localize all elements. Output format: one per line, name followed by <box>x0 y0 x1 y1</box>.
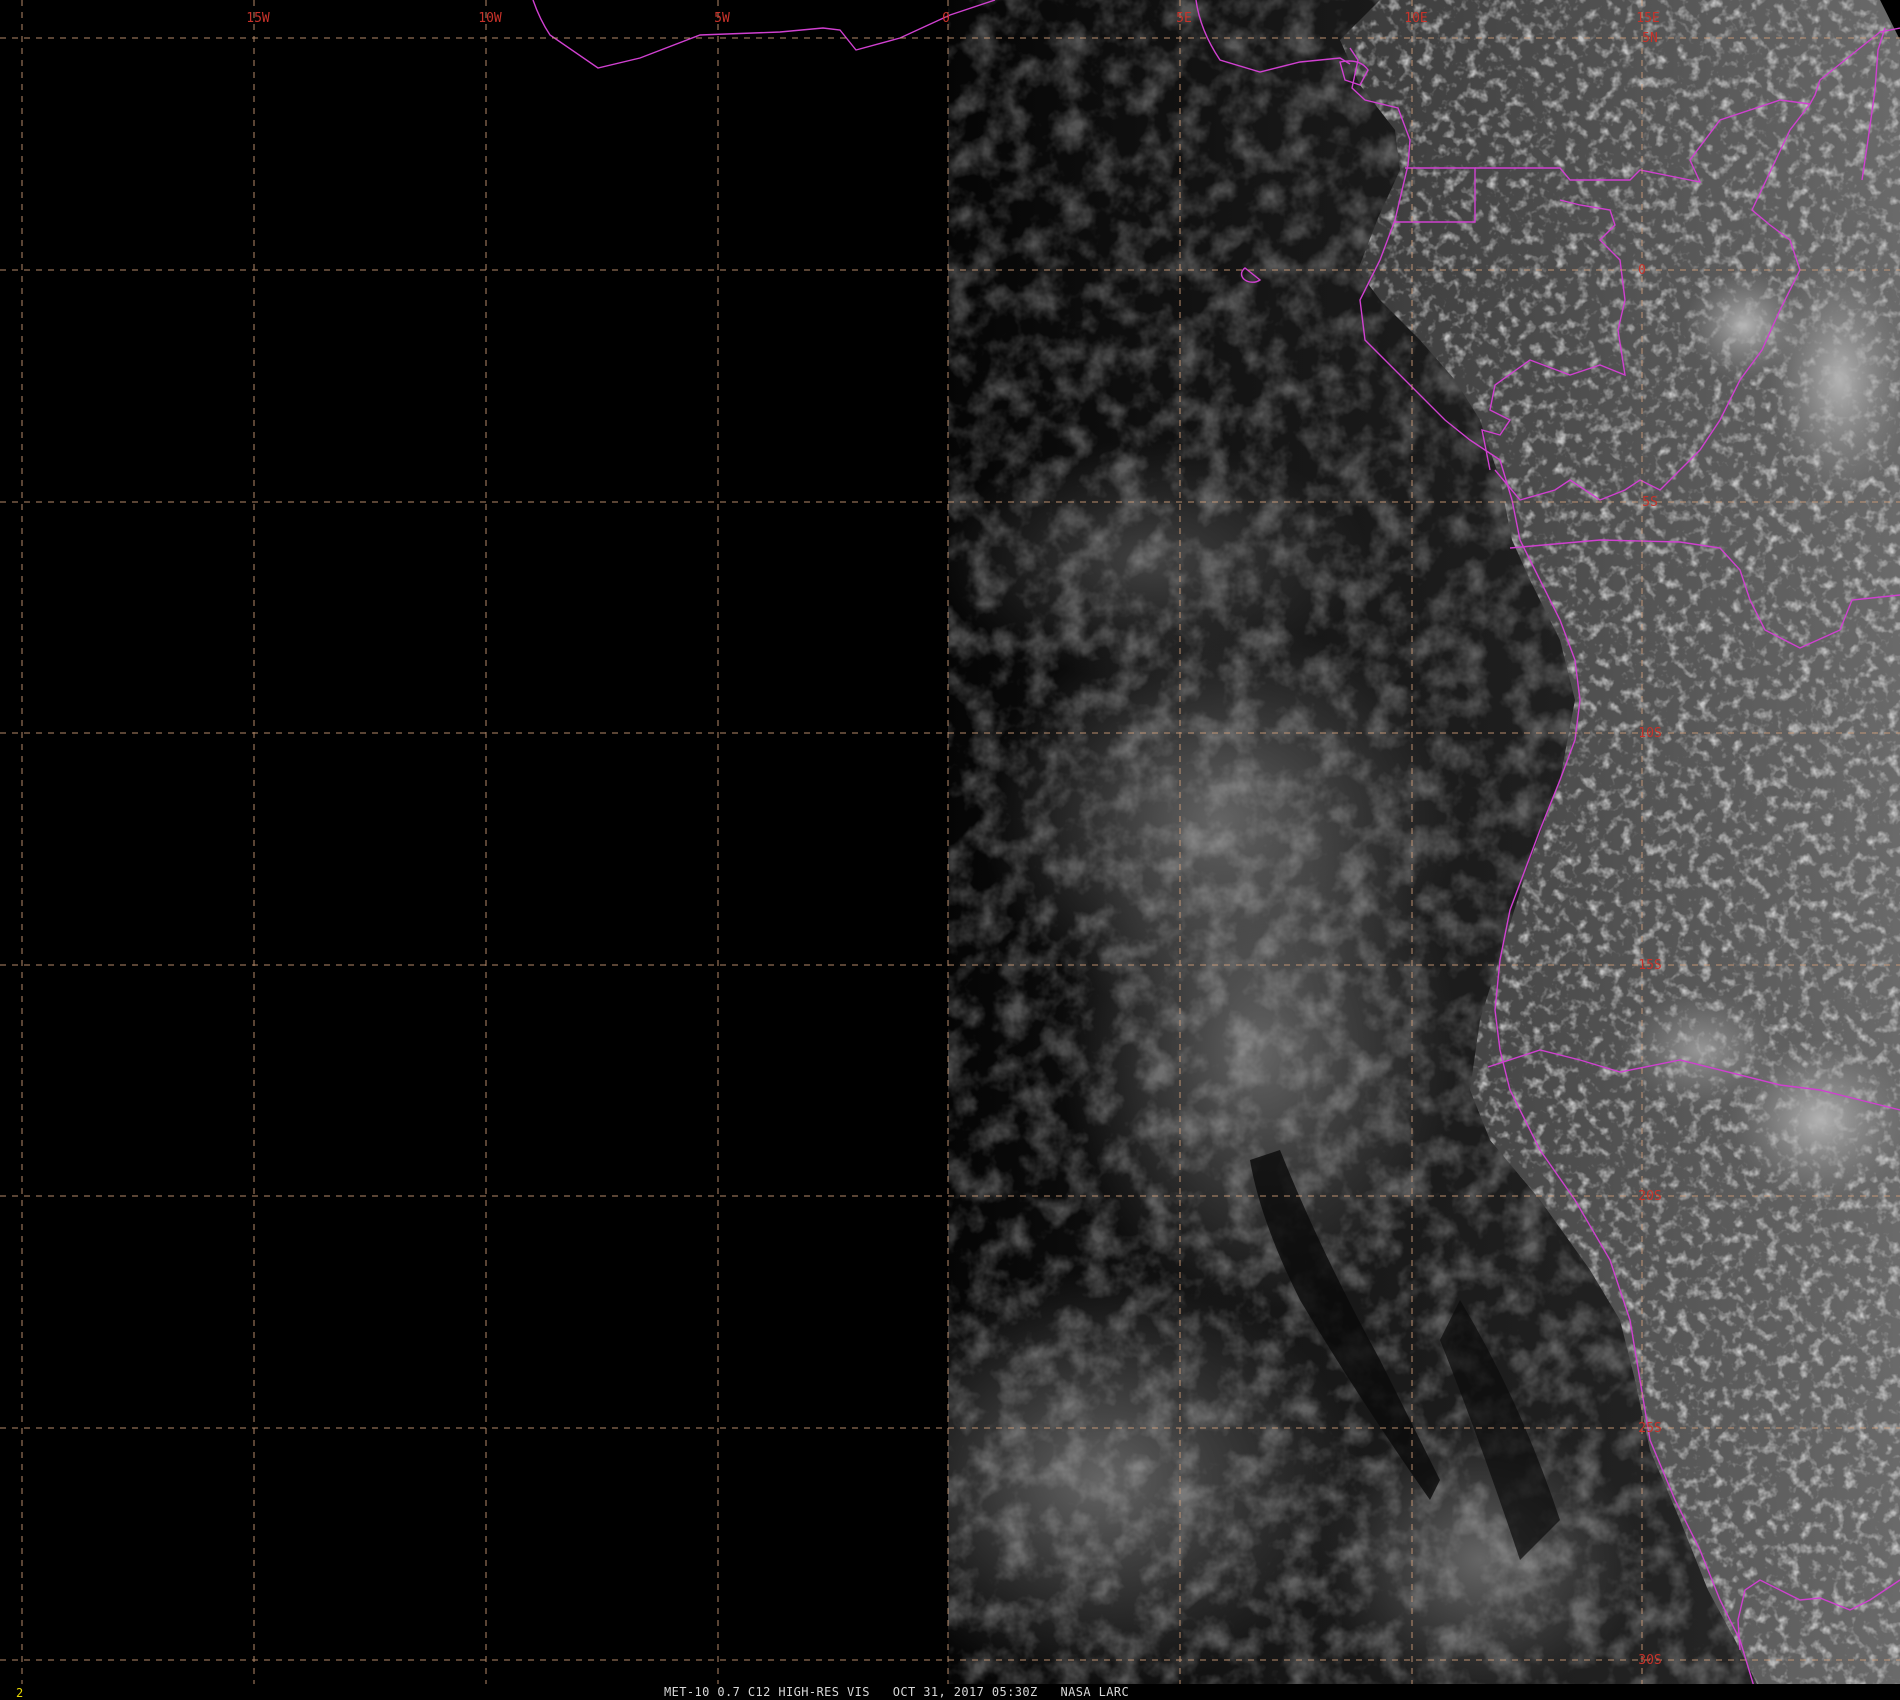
lat-label-30s: 30S <box>1638 1653 1661 1668</box>
lat-label-5s: 5S <box>1642 495 1658 510</box>
lat-label-20s: 20S <box>1638 1189 1661 1204</box>
lon-label-0: 0 <box>942 11 950 26</box>
lat-label-15s: 15S <box>1638 958 1661 973</box>
satellite-imagery: 15W 10W 5W 0 5E 10E 15E 5N 0 5S 10S 15S … <box>0 0 1900 1700</box>
lat-label-10s: 10S <box>1638 726 1661 741</box>
daylight-region <box>948 0 1900 1684</box>
image-caption: MET-10 0.7 C12 HIGH-RES VIS OCT 31, 2017… <box>664 1685 1129 1699</box>
lon-label-5e: 5E <box>1176 11 1192 26</box>
lat-label-0: 0 <box>1638 263 1646 278</box>
caption-sensor: MET-10 0.7 C12 HIGH-RES VIS <box>664 1685 870 1699</box>
lon-label-10w: 10W <box>478 11 502 26</box>
frame-number: 2 <box>16 1686 24 1700</box>
lon-label-15w: 15W <box>246 11 270 26</box>
lon-label-15e: 15E <box>1636 11 1659 26</box>
caption-datetime: OCT 31, 2017 05:30Z <box>892 1685 1038 1699</box>
lon-label-5w: 5W <box>714 11 730 26</box>
lon-label-10e: 10E <box>1404 11 1427 26</box>
satellite-image-viewer: 15W 10W 5W 0 5E 10E 15E 5N 0 5S 10S 15S … <box>0 0 1900 1700</box>
lat-label-25s: 25S <box>1638 1421 1661 1436</box>
caption-source: NASA LARC <box>1060 1685 1130 1699</box>
lat-label-5n: 5N <box>1642 31 1658 46</box>
